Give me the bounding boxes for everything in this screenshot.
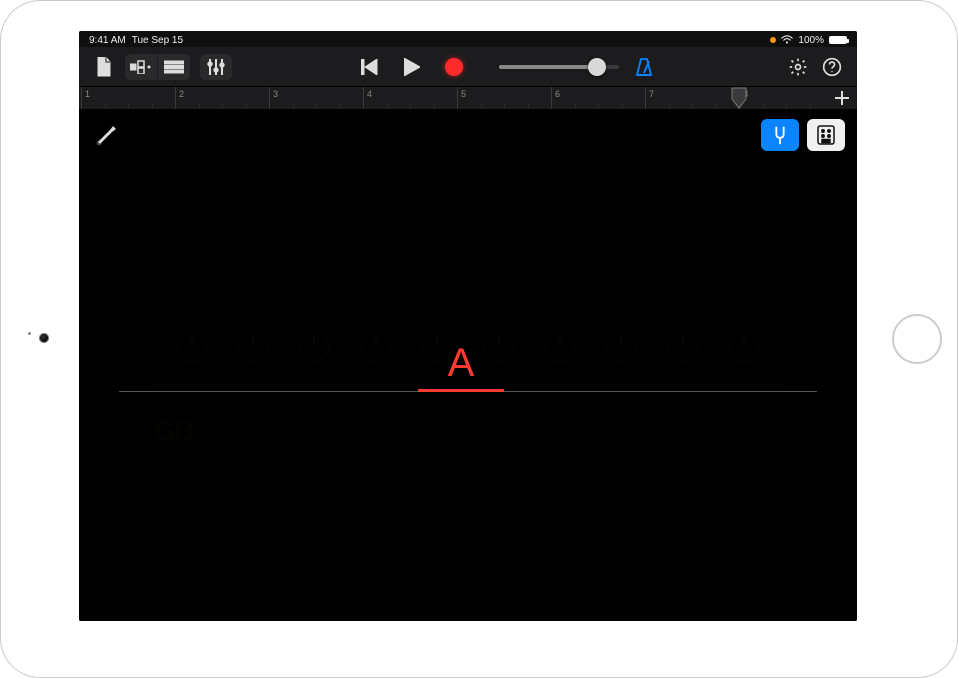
tuning-fork-icon bbox=[769, 124, 791, 146]
status-date: Tue Sep 15 bbox=[132, 35, 183, 46]
amp-logo: GB bbox=[154, 415, 194, 447]
track-controls-icon bbox=[207, 59, 225, 75]
amp-backdrop: GB bbox=[129, 289, 807, 519]
transport-controls bbox=[353, 54, 471, 80]
add-section-button[interactable] bbox=[831, 87, 853, 109]
tuner-view: GB A bbox=[79, 109, 857, 621]
wifi-icon bbox=[781, 35, 793, 45]
ruler-bar-label: 1 bbox=[81, 87, 90, 109]
amp-knob bbox=[361, 332, 391, 362]
tuner-note-label: A bbox=[431, 341, 491, 386]
record-button[interactable] bbox=[437, 54, 471, 80]
status-time: 9:41 AM bbox=[89, 35, 126, 46]
browser-icon bbox=[130, 60, 152, 74]
battery-icon bbox=[829, 36, 847, 44]
master-volume-slider[interactable] bbox=[499, 65, 619, 69]
volume-thumb[interactable] bbox=[588, 58, 606, 76]
record-icon bbox=[445, 58, 463, 76]
input-jack-icon bbox=[93, 123, 119, 149]
my-songs-button[interactable] bbox=[87, 54, 121, 80]
input-settings-button[interactable] bbox=[91, 121, 121, 151]
amp-handle bbox=[393, 258, 543, 288]
play-icon bbox=[404, 58, 420, 76]
ruler-bar-label: 3 bbox=[269, 87, 278, 109]
ruler-bar-label: 2 bbox=[175, 87, 184, 109]
amp-knob bbox=[606, 332, 636, 362]
front-camera bbox=[39, 333, 49, 343]
browser-button[interactable] bbox=[125, 54, 157, 80]
stompbox-icon bbox=[816, 124, 836, 146]
home-button[interactable] bbox=[892, 314, 942, 364]
settings-gear-icon bbox=[788, 57, 808, 77]
go-to-beginning-button[interactable] bbox=[353, 54, 387, 80]
camera-speck bbox=[28, 332, 31, 335]
ruler-bar-label: 4 bbox=[363, 87, 372, 109]
settings-button[interactable] bbox=[781, 54, 815, 80]
tuner-toggle-button[interactable] bbox=[761, 119, 799, 151]
ruler-bar-label: 6 bbox=[551, 87, 560, 109]
metronome-icon bbox=[635, 57, 653, 77]
volume-fill bbox=[499, 65, 597, 69]
tracks-icon bbox=[164, 60, 184, 74]
amp-knob bbox=[238, 332, 268, 362]
tuner-pitch-indicator bbox=[418, 389, 504, 392]
battery-percentage: 100% bbox=[798, 35, 824, 46]
previous-icon bbox=[361, 59, 379, 75]
amp-knob bbox=[729, 332, 759, 362]
ruler-bar-label: 5 bbox=[457, 87, 466, 109]
tracks-button[interactable] bbox=[158, 54, 190, 80]
screen: 9:41 AM Tue Sep 15 100% bbox=[79, 31, 857, 621]
view-group bbox=[125, 54, 190, 80]
mic-in-use-indicator-icon bbox=[770, 37, 776, 43]
playhead[interactable] bbox=[731, 87, 747, 109]
plus-icon bbox=[835, 91, 849, 105]
view-toggle-group bbox=[761, 119, 845, 151]
amp-knob bbox=[668, 332, 698, 362]
ruler-bar-label: 7 bbox=[645, 87, 654, 109]
my-songs-icon bbox=[96, 57, 112, 77]
help-icon bbox=[822, 57, 842, 77]
help-button[interactable] bbox=[815, 54, 849, 80]
status-bar: 9:41 AM Tue Sep 15 100% bbox=[79, 31, 857, 47]
metronome-button[interactable] bbox=[627, 54, 661, 80]
track-controls-button[interactable] bbox=[200, 54, 232, 80]
toolbar bbox=[79, 47, 857, 87]
amp-knob bbox=[545, 332, 575, 362]
timeline-ruler[interactable]: 12345678 bbox=[79, 87, 857, 109]
controls-group bbox=[200, 54, 232, 80]
stompbox-toggle-button[interactable] bbox=[807, 119, 845, 151]
amp-knob bbox=[177, 332, 207, 362]
amp-knob bbox=[299, 332, 329, 362]
play-button[interactable] bbox=[395, 54, 429, 80]
ipad-frame: 9:41 AM Tue Sep 15 100% bbox=[0, 0, 958, 678]
